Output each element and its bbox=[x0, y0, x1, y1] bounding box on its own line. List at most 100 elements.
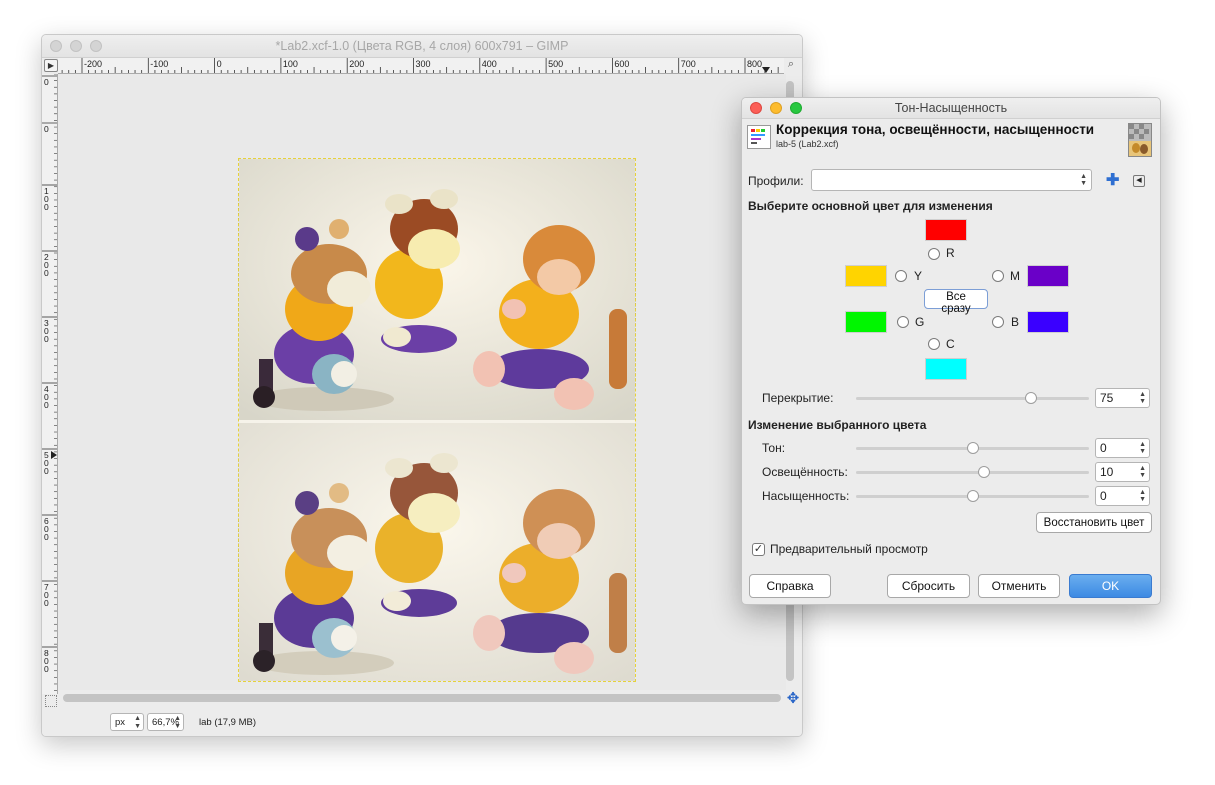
radio-blue[interactable] bbox=[992, 316, 1004, 328]
lightness-label: Освещённость: bbox=[762, 465, 848, 479]
overlap-slider-knob[interactable] bbox=[1024, 392, 1037, 404]
ruler-label: -200 bbox=[84, 59, 102, 69]
ruler-label: 0 bbox=[44, 77, 49, 87]
photo-top bbox=[239, 159, 635, 420]
radio-magenta[interactable] bbox=[992, 270, 1004, 282]
radio-green[interactable] bbox=[897, 316, 909, 328]
vertical-ruler[interactable]: 00100200300400500600700800 bbox=[42, 73, 58, 694]
unit-select[interactable]: px ▲ ▼ bbox=[110, 713, 144, 731]
lightness-value: 10 bbox=[1100, 465, 1114, 479]
ruler-label: 100 bbox=[283, 59, 298, 69]
dialog-header-subtitle: lab-5 (Lab2.xcf) bbox=[776, 139, 839, 149]
radio-cyan-label: C bbox=[946, 337, 955, 351]
ruler-label: 700 bbox=[681, 59, 696, 69]
navigate-icon[interactable]: ✥ bbox=[786, 691, 800, 706]
preview-label: Предварительный просмотр bbox=[770, 542, 928, 556]
saturation-label: Насыщенность: bbox=[762, 489, 850, 503]
hue-label: Тон: bbox=[762, 441, 786, 455]
help-button[interactable]: Справка bbox=[749, 574, 831, 598]
ok-button[interactable]: OK bbox=[1069, 574, 1152, 598]
ruler-label: 500 bbox=[548, 59, 563, 69]
horizontal-ruler[interactable]: -200 -100 0 100 200 300 400 500 600 700 800 bbox=[58, 58, 784, 74]
ruler-label: 600 bbox=[614, 59, 629, 69]
saturation-spin-arrows-icon[interactable]: ▲ ▼ bbox=[1139, 489, 1146, 503]
radio-red-label: R bbox=[946, 246, 955, 260]
swatch-cyan bbox=[925, 358, 967, 380]
overlap-spin-arrows-icon[interactable]: ▲ ▼ bbox=[1139, 391, 1146, 405]
reset-color-button[interactable]: Восстановить цвет bbox=[1036, 512, 1152, 533]
gimp-image-window: *Lab2.xcf-1.0 (Цвета RGB, 4 слоя) 600x79… bbox=[41, 34, 803, 737]
edit-color-heading: Изменение выбранного цвета bbox=[748, 418, 927, 432]
lightness-slider[interactable] bbox=[856, 471, 1089, 474]
dialog-title: Тон-Насыщенность bbox=[894, 101, 1008, 115]
ruler-label: 0 bbox=[44, 400, 49, 410]
zoom-spin-arrows-icon[interactable]: ▲ ▼ bbox=[174, 715, 181, 731]
checkmark-icon: ✓ bbox=[753, 543, 764, 555]
layer-info-text: lab (17,9 MB) bbox=[199, 717, 257, 728]
saturation-slider-knob[interactable] bbox=[966, 490, 979, 502]
menu-arrow-button[interactable]: ▶ bbox=[44, 59, 58, 72]
overlap-input[interactable]: 75 ▲ ▼ bbox=[1095, 388, 1150, 408]
dialog-titlebar: Тон-Насыщенность bbox=[742, 98, 1160, 119]
swatch-red bbox=[925, 219, 967, 241]
layer-thumbnail bbox=[1128, 123, 1152, 157]
canvas-area[interactable] bbox=[58, 74, 786, 690]
horizontal-ruler-ticks: -200 -100 0 100 200 300 400 500 600 700 800 bbox=[61, 58, 779, 73]
radio-magenta-label: M bbox=[1010, 269, 1020, 283]
profiles-combo-arrows-icon: ▲ ▼ bbox=[1080, 173, 1087, 187]
statusbar: px ▲ ▼ 66,7% ▲ ▼ lab (17,9 MB) bbox=[42, 708, 802, 736]
horizontal-scrollbar[interactable] bbox=[63, 694, 781, 702]
vertical-ruler-ticks: 00100200300400500600700800 bbox=[42, 73, 57, 691]
preview-checkbox[interactable]: ✓ bbox=[752, 543, 765, 556]
ruler-label: 400 bbox=[482, 59, 497, 69]
overlap-label: Перекрытие: bbox=[762, 391, 834, 405]
profiles-combo[interactable]: ▲ ▼ bbox=[811, 169, 1092, 191]
hue-value: 0 bbox=[1100, 441, 1107, 455]
ruler-label: 300 bbox=[416, 59, 431, 69]
radio-red[interactable] bbox=[928, 248, 940, 260]
hue-slider-knob[interactable] bbox=[966, 442, 979, 454]
quick-mask-icon[interactable] bbox=[45, 695, 57, 707]
reset-button[interactable]: Сбросить bbox=[887, 574, 970, 598]
lightness-input[interactable]: 10 ▲ ▼ bbox=[1095, 462, 1150, 482]
pointer-marker-icon bbox=[762, 67, 770, 73]
image-canvas[interactable] bbox=[238, 158, 636, 682]
ruler-label: 0 bbox=[44, 598, 49, 608]
zoom-image-icon[interactable]: ⌕ bbox=[785, 59, 797, 70]
radio-yellow[interactable] bbox=[895, 270, 907, 282]
profiles-menu-icon[interactable]: ◀ bbox=[1133, 175, 1145, 187]
radio-green-label: G bbox=[915, 315, 925, 329]
hue-saturation-icon bbox=[747, 125, 771, 149]
swatch-magenta bbox=[1027, 265, 1069, 287]
unit-value: px bbox=[115, 717, 126, 728]
saturation-input[interactable]: 0 ▲ ▼ bbox=[1095, 486, 1150, 506]
radio-cyan[interactable] bbox=[928, 338, 940, 350]
lightness-slider-knob[interactable] bbox=[978, 466, 991, 478]
ruler-label: 0 bbox=[44, 124, 49, 134]
photo-bottom bbox=[239, 423, 635, 681]
all-colors-button[interactable]: Все сразу bbox=[924, 289, 988, 315]
overlap-slider[interactable] bbox=[856, 397, 1089, 400]
lightness-spin-arrows-icon[interactable]: ▲ ▼ bbox=[1139, 465, 1146, 479]
ruler-label: 0 bbox=[44, 532, 49, 542]
add-profile-icon[interactable]: ✚ bbox=[1106, 170, 1119, 190]
toys-photo-bottom bbox=[239, 423, 635, 681]
unit-spin-arrows-icon[interactable]: ▲ ▼ bbox=[134, 715, 141, 731]
swatch-yellow bbox=[845, 265, 887, 287]
cancel-button[interactable]: Отменить bbox=[978, 574, 1060, 598]
main-titlebar: *Lab2.xcf-1.0 (Цвета RGB, 4 слоя) 600x79… bbox=[42, 35, 802, 58]
hue-input[interactable]: 0 ▲ ▼ bbox=[1095, 438, 1150, 458]
swatch-blue bbox=[1027, 311, 1069, 333]
hue-saturation-dialog: Тон-Насыщенность Коррекция тона, освещён… bbox=[741, 97, 1161, 605]
hue-spin-arrows-icon[interactable]: ▲ ▼ bbox=[1139, 441, 1146, 455]
ruler-label: 0 bbox=[44, 664, 49, 674]
ruler-label: -100 bbox=[150, 59, 168, 69]
zoom-select[interactable]: 66,7% ▲ ▼ bbox=[147, 713, 184, 731]
dialog-header-title: Коррекция тона, освещённости, насыщеннос… bbox=[776, 122, 1095, 137]
overlap-value: 75 bbox=[1100, 391, 1114, 405]
ruler-label: 800 bbox=[747, 59, 762, 69]
primary-color-heading: Выберите основной цвет для изменения bbox=[748, 199, 993, 213]
ruler-label: 200 bbox=[349, 59, 364, 69]
window-title: *Lab2.xcf-1.0 (Цвета RGB, 4 слоя) 600x79… bbox=[275, 39, 569, 53]
ruler-label: 0 bbox=[44, 466, 49, 476]
